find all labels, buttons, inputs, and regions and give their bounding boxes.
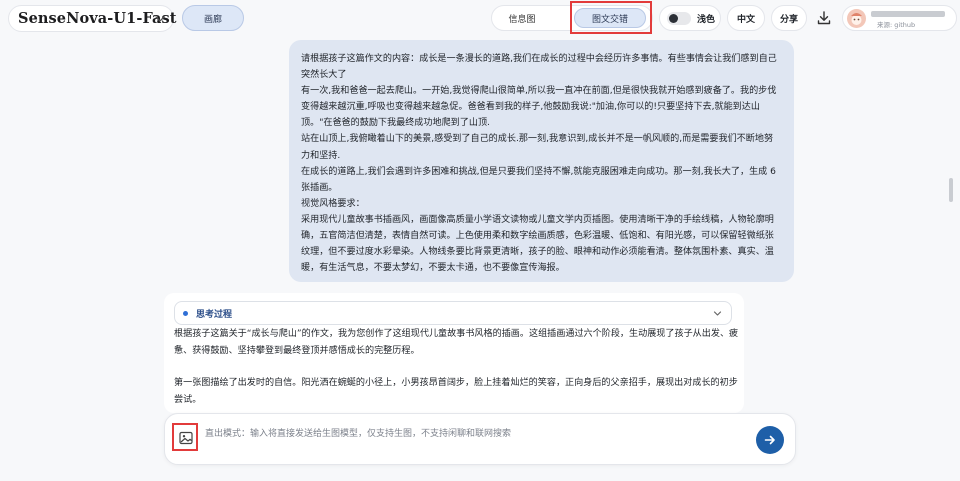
gallery-button[interactable]: 画廊: [182, 5, 244, 31]
chevron-down-icon: [713, 311, 722, 316]
share-button[interactable]: 分享: [771, 5, 807, 31]
answer-paragraph: 根据孩子这篇关于“成长与爬山”的作文，我为您创作了这组现代儿童故事书风格的插画。…: [174, 329, 739, 356]
user-message-line: 在成长的道路上,我们会遇到许多困难和挑战,但是只要我们坚持不懈,就能克服困难走向…: [301, 166, 776, 193]
image-icon[interactable]: [178, 430, 194, 446]
thinking-toggle[interactable]: 思考过程: [174, 301, 732, 325]
user-message-line: 有一次,我和爸爸一起去爬山。一开始,我觉得爬山很简单,所以我一直冲在前面,但是很…: [301, 86, 777, 129]
download-icon[interactable]: [815, 9, 833, 27]
scrollbar[interactable]: [949, 178, 953, 202]
prompt-input[interactable]: [205, 424, 745, 444]
answer-paragraph: 第一张图描绘了出发时的自信。阳光洒在蜿蜒的小径上，小男孩昂首阔步，脸上挂着灿烂的…: [174, 378, 738, 405]
thinking-label: 思考过程: [196, 309, 233, 320]
language-button[interactable]: 中文: [727, 5, 765, 31]
chevron-down-icon: [155, 16, 165, 22]
dot-icon: [183, 310, 188, 316]
toggle-switch[interactable]: [667, 11, 691, 25]
user-message: 请根据孩子这篇作文的内容：成长是一条漫长的道路,我们在成长的过程中会经历许多事情…: [289, 40, 794, 282]
send-button[interactable]: [756, 426, 784, 454]
user-message-line: 视觉风格要求：: [301, 198, 365, 209]
tab-infographic[interactable]: 信息图: [498, 8, 546, 28]
user-message-line: 站在山顶上,我俯瞰着山下的美景,感受到了自己的成长.那一刻,我意识到,成长并不是…: [301, 134, 774, 161]
mode-tabs: 信息图 图文交错: [491, 5, 653, 31]
username-redacted: [871, 11, 945, 17]
user-source: 来源: github: [877, 21, 916, 29]
user-menu[interactable]: 来源: github: [842, 5, 957, 31]
theme-toggle[interactable]: 浅色: [659, 5, 721, 31]
model-selector[interactable]: SenseNova-U1-Fast: [8, 5, 177, 32]
composer: [164, 413, 796, 465]
user-message-line: 请根据孩子这篇作文的内容：成长是一条漫长的道路,我们在成长的过程中会经历许多事情…: [301, 54, 777, 81]
user-message-line: 采用现代儿童故事书插画风，画面像高质量小学语文读物或儿童文学内页插图。使用清晰干…: [301, 214, 774, 274]
tab-interleaved[interactable]: 图文交错: [574, 8, 646, 28]
assistant-message: 思考过程 根据孩子这篇关于“成长与爬山”的作文，我为您创作了这组现代儿童故事书风…: [164, 293, 744, 413]
top-bar: SenseNova-U1-Fast 画廊 信息图 图文交错 浅色 中文 分享 来…: [0, 0, 960, 36]
theme-label: 浅色: [697, 14, 716, 25]
arrow-right-icon: [764, 435, 775, 445]
avatar: [847, 9, 866, 28]
